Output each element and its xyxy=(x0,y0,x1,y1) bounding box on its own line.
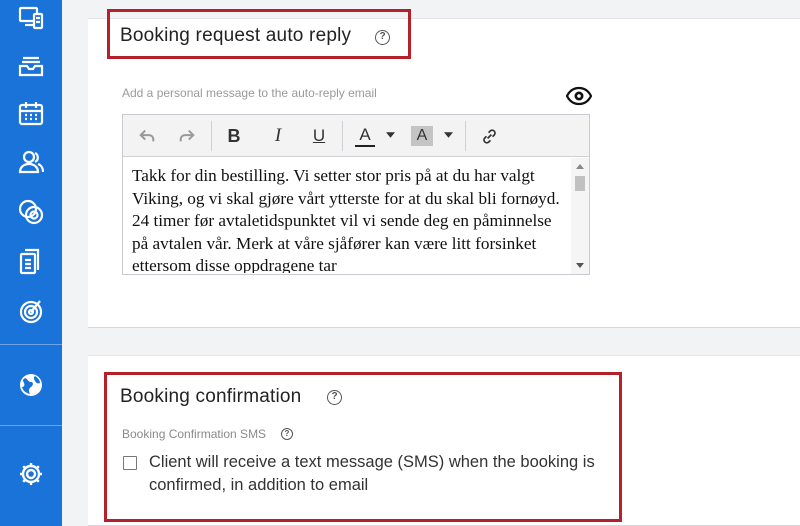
sms-checkbox[interactable] xyxy=(123,456,137,470)
message-textarea[interactable]: Takk for din bestilling. Vi setter stor … xyxy=(132,165,570,273)
target-icon[interactable] xyxy=(15,295,47,327)
redo-icon[interactable] xyxy=(175,123,199,149)
link-icon[interactable] xyxy=(477,123,501,149)
confirmation-title: Booking confirmation xyxy=(120,386,302,407)
scroll-thumb[interactable] xyxy=(575,176,585,191)
chevron-down-icon[interactable] xyxy=(385,129,395,141)
highlight-color-button[interactable]: A xyxy=(411,126,433,146)
sms-section-label: Booking Confirmation SMS xyxy=(122,427,267,441)
users-icon[interactable] xyxy=(15,146,47,178)
chevron-down-icon[interactable] xyxy=(443,129,453,141)
editor-toolbar: B I U A A xyxy=(123,115,589,157)
help-icon[interactable]: ? xyxy=(375,30,390,45)
help-icon[interactable]: ? xyxy=(281,428,293,440)
auto-reply-title: Booking request auto reply xyxy=(120,25,352,46)
sms-checkbox-label[interactable]: Client will receive a text message (SMS)… xyxy=(149,451,604,496)
underline-button[interactable]: U xyxy=(308,123,330,149)
undo-icon[interactable] xyxy=(135,123,159,149)
scroll-up-icon[interactable] xyxy=(576,164,584,169)
devices-icon[interactable] xyxy=(15,2,47,34)
inbox-icon[interactable] xyxy=(15,50,47,82)
settings-icon[interactable] xyxy=(15,458,47,490)
italic-button[interactable]: I xyxy=(267,123,289,149)
font-color-button[interactable]: A xyxy=(355,125,375,147)
calendar-icon[interactable] xyxy=(15,98,47,130)
rich-text-editor: B I U A A Takk for din bestilling. Vi se… xyxy=(122,114,590,275)
bold-button[interactable]: B xyxy=(223,123,245,149)
auto-reply-hint: Add a personal message to the auto-reply… xyxy=(122,86,377,100)
globe-icon[interactable] xyxy=(15,369,47,401)
help-icon[interactable]: ? xyxy=(327,390,342,405)
coins-icon[interactable] xyxy=(15,196,47,228)
editor-scrollbar[interactable] xyxy=(571,158,589,274)
documents-icon[interactable] xyxy=(15,246,47,278)
sidebar xyxy=(0,0,62,526)
preview-eye-icon[interactable] xyxy=(565,86,593,106)
scroll-down-icon[interactable] xyxy=(576,263,584,268)
